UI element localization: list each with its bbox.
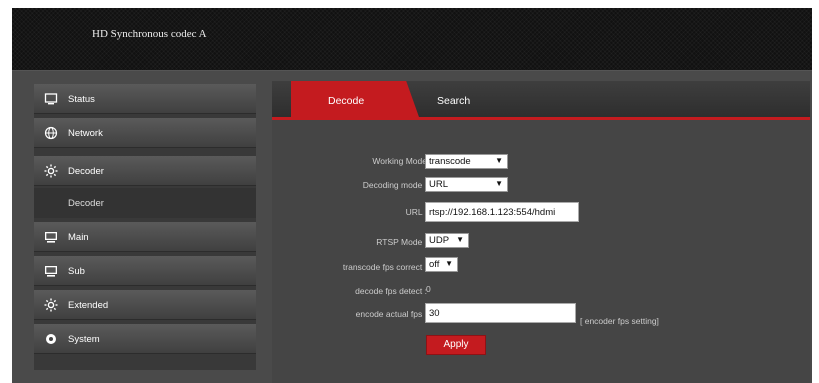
sidebar-item-label: Network: [68, 128, 103, 139]
gear-icon: [44, 298, 58, 312]
monitor-icon: [44, 92, 58, 106]
app-window: HD Synchronous codec A Status Network De…: [12, 8, 812, 383]
working-mode-label: Working Mode: [372, 156, 427, 166]
chevron-down-icon: ▼: [495, 156, 503, 165]
working-mode-select[interactable]: transcode ▼: [425, 154, 508, 169]
sidebar-item-decoder[interactable]: Decoder: [34, 156, 256, 186]
gear-icon: [44, 164, 58, 178]
decode-fps-detect-label: decode fps detect :: [355, 286, 427, 296]
app-title: HD Synchronous codec A: [92, 28, 207, 40]
cog-icon: [44, 332, 58, 346]
encoder-fps-hint: [ encoder fps setting]: [580, 316, 659, 326]
encode-actual-fps-label: encode actual fps :: [355, 309, 427, 319]
rtsp-mode-label: RTSP Mode :: [376, 237, 427, 247]
apply-button[interactable]: Apply: [426, 335, 486, 355]
sidebar-item-system[interactable]: System: [34, 324, 256, 354]
sidebar-item-label: System: [68, 334, 100, 345]
tab-label: Decode: [328, 95, 365, 107]
decoding-mode-select[interactable]: URL ▼: [425, 177, 508, 192]
sidebar-item-extended[interactable]: Extended: [34, 290, 256, 320]
tab-bar: Decode Search: [272, 81, 810, 119]
display-icon: [44, 264, 58, 278]
chevron-down-icon: ▼: [495, 179, 503, 188]
transcode-fps-correct-label: transcode fps correct :: [342, 262, 427, 272]
url-input[interactable]: [425, 202, 579, 222]
transcode-fps-correct-select[interactable]: off ▼: [425, 257, 458, 272]
decode-fps-detect-value: 0: [426, 284, 431, 294]
chevron-down-icon: ▼: [456, 235, 464, 244]
sidebar-subitem-decoder[interactable]: Decoder: [34, 188, 256, 218]
url-label: URL :: [405, 207, 427, 217]
tab-decode[interactable]: Decode: [291, 81, 419, 117]
rtsp-mode-select[interactable]: UDP ▼: [425, 233, 469, 248]
chevron-down-icon: ▼: [445, 259, 453, 268]
sidebar-item-label: Decoder: [68, 166, 104, 177]
decoding-mode-label: Decoding mode :: [362, 180, 427, 190]
sidebar-item-label: Decoder: [68, 198, 104, 209]
sidebar-item-label: Extended: [68, 300, 109, 311]
sidebar-item-label: Status: [68, 94, 95, 105]
display-icon: [44, 230, 58, 244]
sidebar-item-status[interactable]: Status: [34, 84, 256, 114]
sidebar-item-label: Main: [68, 232, 89, 243]
sidebar-item-sub[interactable]: Sub: [34, 256, 256, 286]
encode-fps-input[interactable]: [425, 303, 576, 323]
sidebar: Status Network Decoder Decoder Main Sub …: [34, 84, 256, 370]
sidebar-item-main[interactable]: Main: [34, 222, 256, 252]
tab-search[interactable]: Search: [437, 95, 470, 107]
header-bar: HD Synchronous codec A: [12, 8, 812, 71]
globe-icon: [44, 126, 58, 140]
sidebar-item-network[interactable]: Network: [34, 118, 256, 148]
tab-underline: [272, 117, 810, 120]
main-panel: Decode Search Working Mode transcode ▼ D…: [272, 81, 810, 383]
sidebar-item-label: Sub: [68, 266, 85, 277]
